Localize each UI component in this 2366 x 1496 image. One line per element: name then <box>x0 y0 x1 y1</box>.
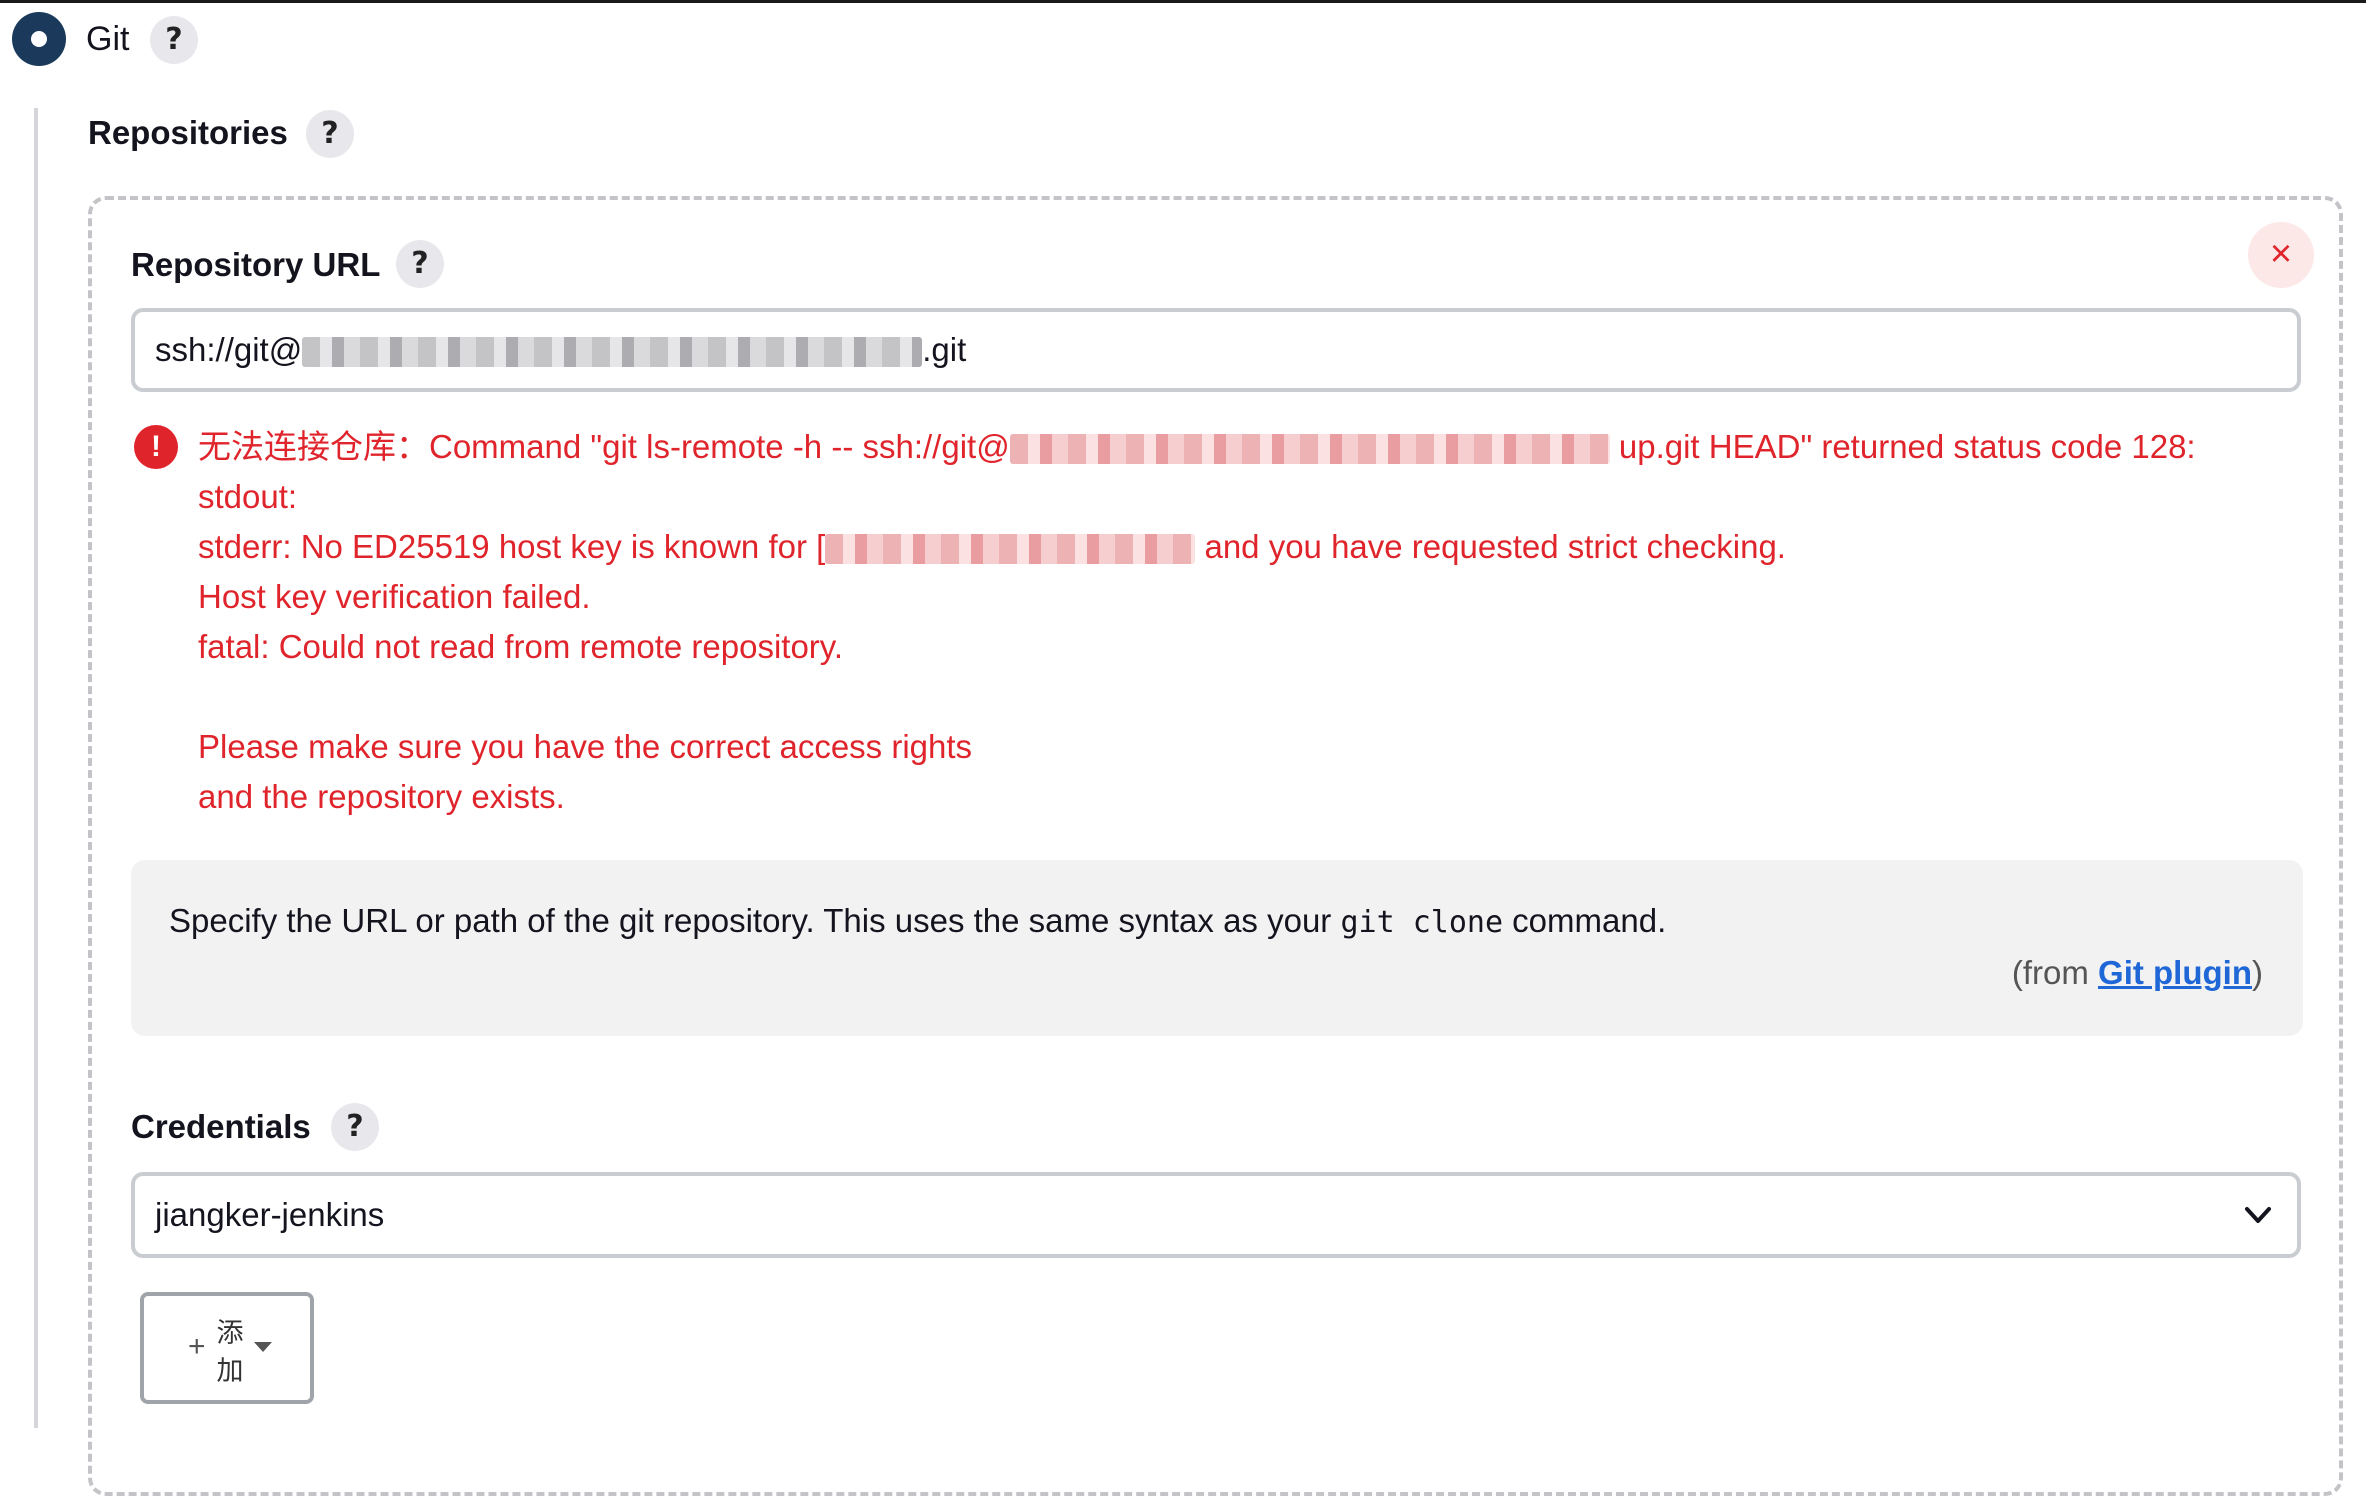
repository-url-input[interactable]: ssh://git@ .git <box>131 308 2301 392</box>
top-border <box>0 0 2366 3</box>
caret-down-icon <box>254 1342 272 1352</box>
add-button-label: 添加 <box>216 1318 244 1386</box>
repositories-title: Repositories <box>88 114 288 151</box>
repository-url-help-box: Specify the URL or path of the git repos… <box>131 860 2303 1036</box>
credentials-label: Credentials <box>131 1108 311 1145</box>
error-line-4: Host key verification failed. <box>198 578 591 615</box>
help-code: git clone <box>1340 905 1504 940</box>
git-help-icon[interactable]: ? <box>150 16 198 64</box>
git-radio-selected-icon[interactable] <box>12 12 66 66</box>
plus-icon: + <box>188 1330 206 1363</box>
scm-git-label: Git <box>86 20 130 58</box>
error-line-1: 无法连接仓库：Command "git ls-remote -h -- ssh:… <box>198 428 2196 465</box>
section-rail <box>34 108 38 1428</box>
close-icon[interactable]: × <box>2248 222 2314 288</box>
repository-url-help-icon[interactable]: ? <box>396 240 444 288</box>
error-line-3: stderr: No ED25519 host key is known for… <box>198 528 1786 565</box>
url-suffix: .git <box>922 331 967 368</box>
error-line-2: stdout: <box>198 478 298 515</box>
repository-url-label: Repository URL <box>131 246 381 283</box>
error-line-6: Please make sure you have the correct ac… <box>198 728 973 765</box>
error-message: 无法连接仓库：Command "git ls-remote -h -- ssh:… <box>198 422 2308 822</box>
error-line-7: and the repository exists. <box>198 778 565 815</box>
repositories-help-icon[interactable]: ? <box>306 110 354 158</box>
error-circle-icon: ! <box>134 425 178 469</box>
credentials-selected-value: jiangker-jenkins <box>155 1196 385 1233</box>
help-source: (from Git plugin) <box>2011 954 2263 991</box>
error-line-5: fatal: Could not read from remote reposi… <box>198 628 844 665</box>
git-plugin-link[interactable]: Git plugin <box>2098 954 2252 991</box>
redacted-host <box>1009 434 1610 465</box>
redacted-host <box>302 337 923 368</box>
credentials-help-icon[interactable]: ? <box>331 1103 379 1151</box>
error-blank-line <box>198 672 2308 722</box>
help-text: Specify the URL or path of the git repos… <box>169 902 1667 940</box>
redacted-host <box>825 534 1196 565</box>
url-prefix: ssh://git@ <box>155 331 303 368</box>
add-credentials-button[interactable]: + 添加 <box>140 1292 314 1404</box>
credentials-select[interactable]: jiangker-jenkins <box>131 1172 2301 1258</box>
chevron-down-icon <box>2245 1207 2271 1223</box>
